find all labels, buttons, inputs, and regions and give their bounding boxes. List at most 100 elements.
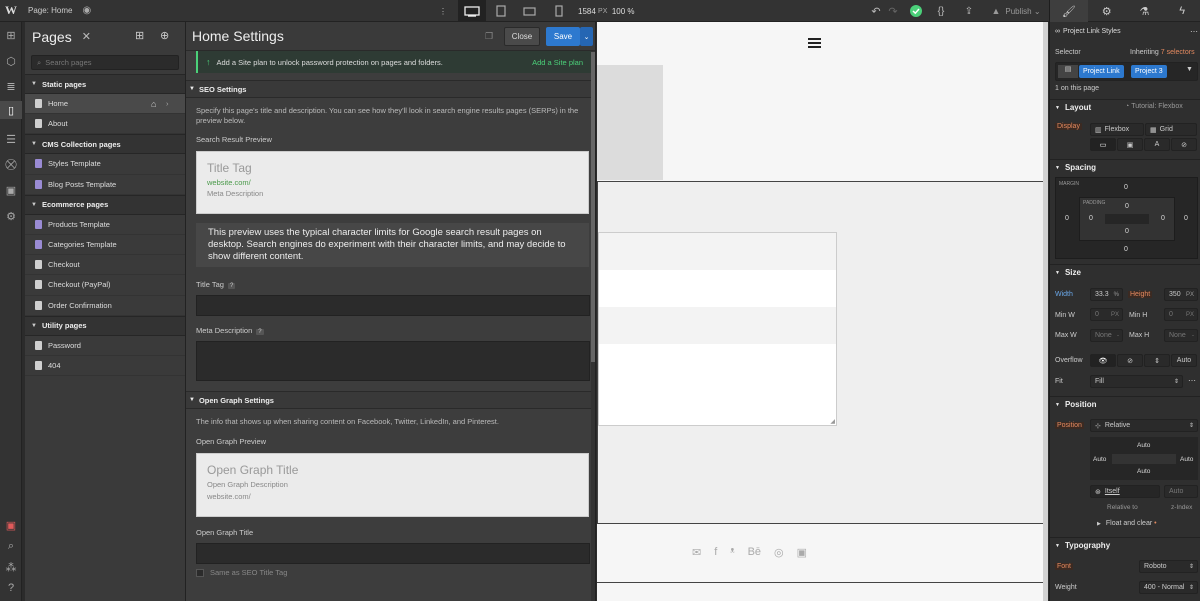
- page-item-home[interactable]: Home ⌂ ›: [25, 94, 185, 115]
- resize-handle-icon[interactable]: ◢: [830, 418, 835, 425]
- design-canvas[interactable]: ◢ ✉ f ᵜ Bē ◎ ▣: [597, 22, 1048, 601]
- add-folder-icon[interactable]: ⊞: [135, 29, 144, 42]
- checkbox[interactable]: [196, 568, 204, 577]
- overflow-hidden-icon[interactable]: ⊘: [1117, 354, 1143, 367]
- relative-to-select[interactable]: ⊛ Itself: [1090, 485, 1160, 498]
- more-options-icon[interactable]: ⋯: [1190, 27, 1198, 36]
- close-icon[interactable]: ✕: [82, 30, 91, 43]
- add-site-plan-link[interactable]: Add a Site plan: [532, 58, 583, 67]
- facebook-icon[interactable]: f: [714, 546, 717, 559]
- symbols-icon[interactable]: ⬡: [0, 52, 22, 70]
- add-panel-icon[interactable]: ⊞: [0, 26, 22, 44]
- tablet-breakpoint-icon[interactable]: [490, 0, 512, 22]
- mobile-portrait-icon[interactable]: [548, 0, 570, 22]
- max-h-input[interactable]: None -: [1164, 329, 1198, 342]
- padding-top[interactable]: 0: [1125, 203, 1129, 210]
- min-w-input[interactable]: 0 PX: [1090, 308, 1123, 321]
- min-w-unit[interactable]: PX: [1111, 312, 1119, 318]
- page-item-about[interactable]: About: [25, 114, 185, 135]
- mobile-landscape-icon[interactable]: [518, 0, 540, 22]
- page-item-checkout[interactable]: Checkout: [25, 255, 185, 276]
- help-icon[interactable]: ?: [0, 579, 22, 597]
- height-input[interactable]: 350 PX: [1164, 288, 1198, 301]
- navigator-icon[interactable]: ≣: [0, 77, 22, 95]
- size-header[interactable]: ▼ Size: [1050, 264, 1200, 280]
- z-index-input[interactable]: Auto: [1164, 485, 1198, 498]
- padding-bottom[interactable]: 0: [1125, 228, 1129, 235]
- title-tag-input[interactable]: [196, 295, 590, 316]
- grid-option[interactable]: ▦ Grid: [1145, 123, 1197, 136]
- tutorial-link[interactable]: ◔ Tutorial: Flexbox: [1125, 103, 1183, 110]
- margin-bottom[interactable]: 0: [1124, 246, 1128, 253]
- seo-settings-header[interactable]: ▼ SEO Settings: [186, 80, 595, 98]
- twitter-icon[interactable]: ᵜ: [730, 546, 734, 559]
- assets-icon[interactable]: ▣: [0, 181, 22, 199]
- overflow-auto-option[interactable]: Auto: [1171, 354, 1197, 367]
- section-static-pages[interactable]: ▼ Static pages: [25, 74, 185, 94]
- search-pages-input[interactable]: ⌕ Search pages: [31, 55, 179, 70]
- offset-left[interactable]: Auto: [1093, 456, 1106, 463]
- flexbox-option[interactable]: ▥ Flexbox: [1090, 123, 1144, 136]
- max-w-input[interactable]: None -: [1090, 329, 1123, 342]
- width-input[interactable]: 33.3%: [1090, 288, 1123, 301]
- hamburger-menu-icon[interactable]: [808, 38, 821, 48]
- display-inline-block-icon[interactable]: ▣: [1117, 138, 1143, 151]
- instagram-icon[interactable]: ▣: [797, 546, 807, 559]
- add-page-icon[interactable]: ⊕: [160, 29, 169, 42]
- offset-top[interactable]: Auto: [1137, 442, 1150, 449]
- padding-left[interactable]: 0: [1089, 215, 1093, 222]
- selected-section-frame[interactable]: ◢: [597, 181, 1048, 524]
- page-item-404[interactable]: 404: [25, 356, 185, 377]
- page-item-checkout-paypal[interactable]: Checkout (PayPal): [25, 275, 185, 296]
- canvas-width-value[interactable]: 1584: [578, 7, 596, 16]
- width-unit[interactable]: %: [1114, 292, 1119, 298]
- interactions-bolt-icon[interactable]: ϟ: [1163, 0, 1200, 22]
- offset-bottom[interactable]: Auto: [1137, 468, 1150, 475]
- meta-description-textarea[interactable]: [196, 341, 590, 381]
- style-manager-icon[interactable]: ⚗: [1126, 0, 1164, 22]
- display-inline-icon[interactable]: A: [1144, 138, 1170, 151]
- redo-icon[interactable]: ↷: [885, 0, 901, 22]
- display-block-icon[interactable]: ▭: [1090, 138, 1116, 151]
- apps-icon[interactable]: ⁂: [0, 558, 22, 576]
- max-w-unit[interactable]: -: [1117, 333, 1119, 339]
- page-item-styles-template[interactable]: Styles Template: [25, 154, 185, 175]
- fit-select[interactable]: Fill ⇕: [1090, 375, 1183, 388]
- selector-icon[interactable]: ▤: [1058, 65, 1078, 78]
- project-card[interactable]: ◢: [598, 232, 837, 426]
- page-item-products-template[interactable]: Products Template: [25, 215, 185, 235]
- spacing-header[interactable]: ▼ Spacing: [1050, 159, 1200, 175]
- height-unit[interactable]: PX: [1186, 292, 1194, 298]
- help-icon[interactable]: ?: [256, 329, 264, 335]
- tag-project-3[interactable]: Project 3: [1131, 65, 1167, 78]
- page-item-blog-posts-template[interactable]: Blog Posts Template: [25, 175, 185, 195]
- overflow-visible-eye-icon[interactable]: 👁: [1090, 354, 1116, 367]
- ecommerce-icon[interactable]: ⛒: [0, 156, 22, 174]
- chevron-right-icon[interactable]: ›: [166, 99, 169, 108]
- settings-gear-icon[interactable]: ⚙: [0, 207, 22, 225]
- position-offsets[interactable]: Auto Auto Auto Auto: [1090, 437, 1198, 480]
- display-none-icon[interactable]: ⊘: [1171, 138, 1197, 151]
- webflow-logo-icon[interactable]: W: [0, 0, 22, 22]
- element-settings-gear-icon[interactable]: ⚙: [1088, 0, 1126, 22]
- margin-top[interactable]: 0: [1124, 184, 1128, 191]
- desktop-breakpoint-icon[interactable]: [458, 0, 486, 22]
- margin-left[interactable]: 0: [1065, 215, 1069, 222]
- page-item-categories-template[interactable]: Categories Template: [25, 235, 185, 256]
- save-button[interactable]: Save: [546, 27, 580, 46]
- page-item-order-confirmation[interactable]: Order Confirmation: [25, 296, 185, 316]
- margin-right[interactable]: 0: [1184, 215, 1188, 222]
- inheriting-count[interactable]: 7 selectors: [1161, 49, 1195, 56]
- scrollbar-thumb[interactable]: [591, 52, 595, 362]
- og-title-input[interactable]: [196, 543, 590, 564]
- email-icon[interactable]: ✉: [692, 546, 701, 559]
- style-brush-icon[interactable]: 🖌: [1050, 0, 1088, 22]
- font-select[interactable]: Roboto ⇕: [1139, 560, 1198, 573]
- offset-right[interactable]: Auto: [1180, 456, 1193, 463]
- float-clear-toggle[interactable]: ▶ Float and clear •: [1097, 520, 1157, 527]
- tag-project-link[interactable]: Project Link: [1079, 65, 1124, 78]
- box-model-editor[interactable]: MARGIN 0 0 0 0 PADDING 0 0 0 0: [1055, 177, 1198, 259]
- audit-icon[interactable]: ▣: [0, 516, 22, 534]
- preview-eye-icon[interactable]: ◉: [82, 5, 91, 16]
- undo-icon[interactable]: ↶: [868, 0, 884, 22]
